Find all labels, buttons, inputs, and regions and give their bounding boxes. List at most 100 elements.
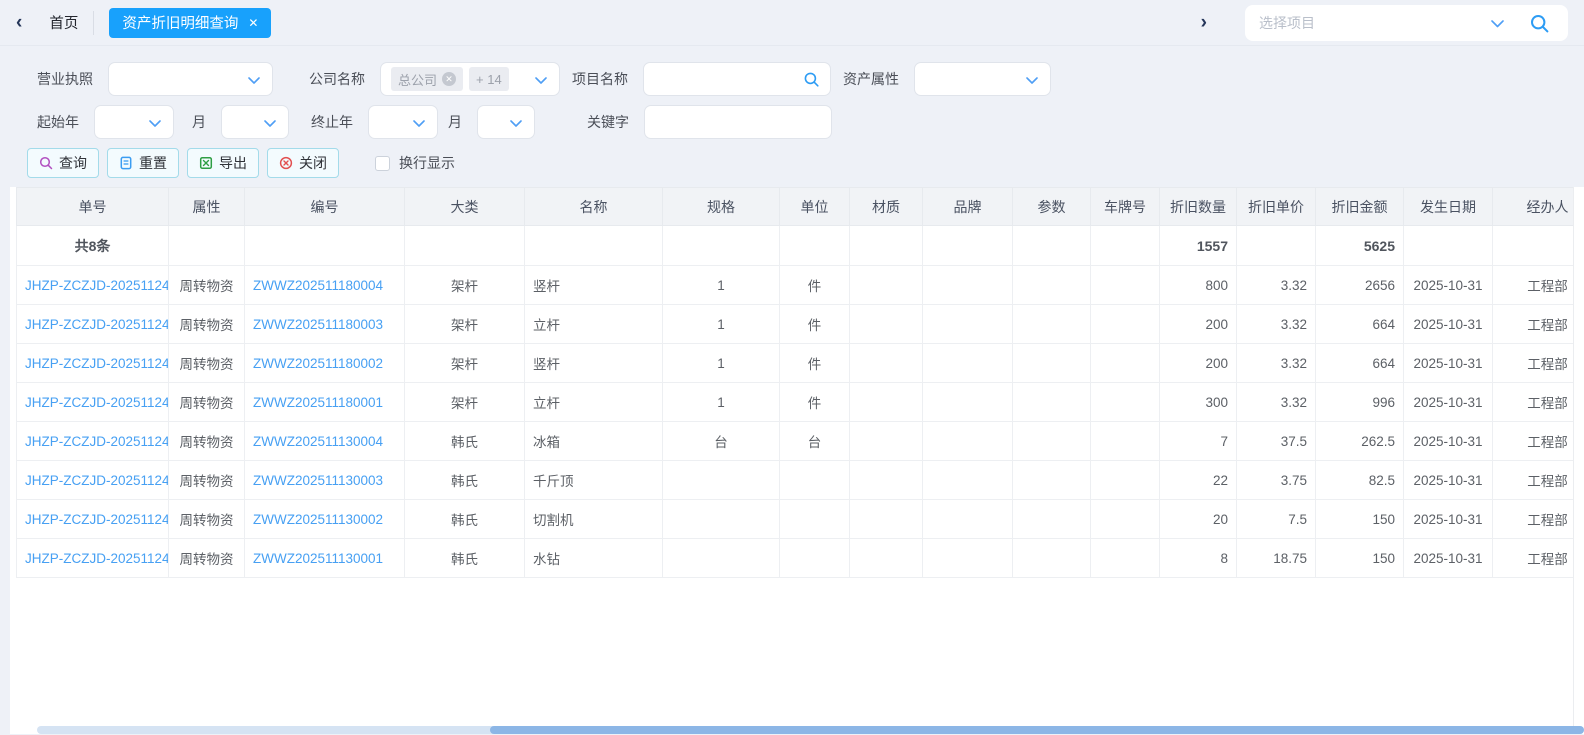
order-number-link[interactable]: JHZP-ZCZJD-20251124: [25, 473, 169, 488]
chevron-down-icon: [413, 120, 425, 127]
search-icon[interactable]: [803, 71, 820, 88]
column-header: 折旧单价: [1237, 188, 1316, 226]
column-header: 参数: [1013, 188, 1091, 226]
start-month-select[interactable]: [221, 105, 289, 139]
table-cell: 架杆: [405, 266, 525, 305]
keyword-label: 关键字: [587, 112, 629, 132]
table-cell: ZWWZ202511130003: [245, 461, 405, 500]
order-number-link[interactable]: JHZP-ZCZJD-20251124: [25, 395, 169, 410]
company-tag-label: 总公司: [398, 70, 437, 89]
horizontal-scrollbar[interactable]: [37, 726, 1584, 734]
business-license-select[interactable]: [108, 62, 273, 96]
table-cell: [923, 305, 1013, 344]
order-number-link[interactable]: JHZP-ZCZJD-20251124: [25, 512, 169, 527]
table-cell: [1091, 500, 1160, 539]
remove-tag-icon[interactable]: ✕: [442, 72, 456, 86]
asset-code-link[interactable]: ZWWZ202511130003: [253, 473, 383, 488]
table-cell: ZWWZ202511130001: [245, 539, 405, 578]
table-cell: [780, 539, 850, 578]
table-row: JHZP-ZCZJD-20251124周转物资ZWWZ202511130003韩…: [17, 461, 1584, 500]
company-name-select[interactable]: 总公司 ✕ + 14: [380, 62, 560, 96]
table-cell: JHZP-ZCZJD-20251124: [17, 383, 169, 422]
tab-asset-depreciation-query[interactable]: 资产折旧明细查询 ✕: [109, 8, 271, 38]
column-header: 车牌号: [1091, 188, 1160, 226]
table-cell: [780, 461, 850, 500]
table-cell: 件: [780, 344, 850, 383]
table-cell: 3.32: [1237, 383, 1316, 422]
table-cell: 台: [780, 422, 850, 461]
table-cell: JHZP-ZCZJD-20251124: [17, 461, 169, 500]
close-circle-icon: [279, 156, 293, 170]
header-row: 单号属性编号大类名称规格单位材质品牌参数车牌号折旧数量折旧单价折旧金额发生日期经…: [17, 188, 1584, 226]
query-button[interactable]: 查询: [27, 148, 99, 178]
order-number-link[interactable]: JHZP-ZCZJD-20251124: [25, 278, 169, 293]
query-button-label: 查询: [59, 153, 87, 173]
table-row: JHZP-ZCZJD-20251124周转物资 ZWWZ202511130002 韩…: [17, 500, 1584, 539]
table-cell: 周转物资: [169, 500, 245, 539]
table-cell: 7: [1160, 422, 1237, 461]
search-icon: [39, 156, 53, 170]
table-cell: [1091, 422, 1160, 461]
asset-code-link[interactable]: ZWWZ202511130002: [253, 512, 383, 527]
summary-cell: [1091, 226, 1160, 266]
asset-attribute-label: 资产属性: [843, 69, 899, 89]
export-button[interactable]: 导出: [187, 148, 259, 178]
column-header: 材质: [850, 188, 923, 226]
end-month-select[interactable]: [477, 105, 535, 139]
table-cell: 韩氏: [405, 422, 525, 461]
order-number-link[interactable]: JHZP-ZCZJD-20251124: [25, 551, 169, 566]
asset-code-link[interactable]: ZWWZ202511180004: [253, 278, 383, 293]
summary-cell: [525, 226, 663, 266]
close-icon[interactable]: ✕: [248, 16, 258, 30]
keyword-input[interactable]: [655, 106, 821, 138]
wrap-display-checkbox[interactable]: [375, 156, 390, 171]
horizontal-scrollbar-thumb[interactable]: [490, 726, 1584, 734]
order-number-link[interactable]: JHZP-ZCZJD-20251124: [25, 317, 169, 332]
end-year-select[interactable]: [368, 105, 438, 139]
table-cell: 2025-10-31: [1404, 266, 1493, 305]
asset-code-link[interactable]: ZWWZ202511180001: [253, 395, 383, 410]
table-cell: 韩氏: [405, 500, 525, 539]
asset-code-link[interactable]: ZWWZ202511180002: [253, 356, 383, 371]
search-icon[interactable]: [1529, 13, 1550, 34]
table-cell: 2025-10-31: [1404, 305, 1493, 344]
asset-code-link[interactable]: ZWWZ202511130004: [253, 434, 383, 449]
table-cell: [1091, 344, 1160, 383]
start-year-select[interactable]: [94, 105, 174, 139]
forward-icon[interactable]: ›: [1201, 13, 1207, 32]
business-license-label: 营业执照: [37, 69, 93, 89]
close-button[interactable]: 关闭: [267, 148, 339, 178]
asset-attribute-select[interactable]: [914, 62, 1051, 96]
export-button-label: 导出: [219, 153, 247, 173]
table-cell: 1: [663, 305, 780, 344]
order-number-link[interactable]: JHZP-ZCZJD-20251124: [25, 356, 169, 371]
project-select[interactable]: 选择项目: [1245, 5, 1568, 41]
table-cell: [1091, 539, 1160, 578]
order-number-link[interactable]: JHZP-ZCZJD-20251124: [25, 434, 169, 449]
column-header: 发生日期: [1404, 188, 1493, 226]
vertical-scrollbar[interactable]: [1573, 187, 1584, 726]
table-cell: 竖杆: [525, 266, 663, 305]
table-cell: [663, 461, 780, 500]
table-cell: 82.5: [1316, 461, 1404, 500]
table-cell: 150: [1316, 500, 1404, 539]
table-cell: [1013, 539, 1091, 578]
asset-code-link[interactable]: ZWWZ202511180003: [253, 317, 383, 332]
tab-home[interactable]: 首页: [49, 12, 78, 33]
table-cell: 37.5: [1237, 422, 1316, 461]
table-cell: [1013, 344, 1091, 383]
project-name-input[interactable]: [654, 63, 820, 95]
table-cell: 200: [1160, 305, 1237, 344]
table-cell: 架杆: [405, 344, 525, 383]
back-icon[interactable]: ‹: [16, 13, 22, 32]
table-cell: 工程部: [1493, 422, 1584, 461]
table-cell: [1091, 305, 1160, 344]
end-year-label: 终止年: [311, 112, 353, 132]
table-row: JHZP-ZCZJD-20251124周转物资ZWWZ202511180004架…: [17, 266, 1584, 305]
asset-code-link[interactable]: ZWWZ202511130001: [253, 551, 383, 566]
reset-button[interactable]: 重置: [107, 148, 179, 178]
close-button-label: 关闭: [299, 153, 327, 173]
table-cell: 2025-10-31: [1404, 383, 1493, 422]
table-cell: [923, 500, 1013, 539]
table-cell: [923, 461, 1013, 500]
